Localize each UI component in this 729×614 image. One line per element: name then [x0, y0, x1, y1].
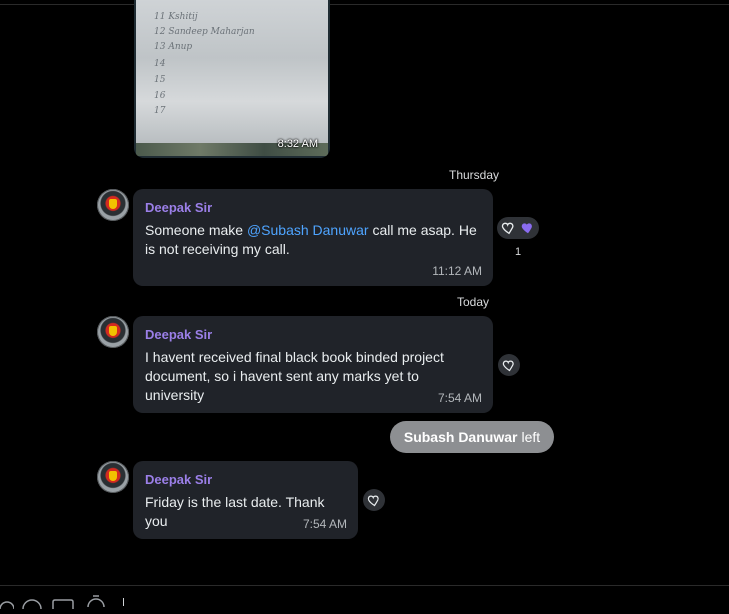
photo-message[interactable]: 11 Kshitij 12 Sandeep Maharjan 13 Anup 1… — [134, 0, 330, 158]
message-bubble[interactable]: Deepak Sir I havent received final black… — [133, 316, 493, 413]
heart-outline-icon — [367, 493, 382, 508]
heart-outline-icon — [502, 358, 517, 373]
message-bubble[interactable]: Deepak Sir Friday is the last date. Than… — [133, 461, 358, 539]
top-divider — [0, 4, 729, 5]
message-text: I havent received final black book binde… — [145, 349, 444, 403]
emoji-icon[interactable] — [22, 596, 42, 614]
mention-link[interactable]: @Subash Danuwar — [247, 222, 369, 238]
message-time: 8:32 AM — [277, 138, 318, 150]
system-notice: Subash Danuwar left — [390, 421, 554, 453]
handwriting-line: 15 — [154, 75, 166, 85]
system-notice-name[interactable]: Subash Danuwar — [404, 429, 518, 445]
avatar[interactable] — [97, 189, 129, 221]
message-text-part: Someone make — [145, 222, 247, 238]
avatar[interactable] — [97, 316, 129, 348]
sender-name[interactable]: Deepak Sir — [145, 472, 346, 487]
handwriting-line: 11 Kshitij — [154, 12, 198, 22]
handwriting-line: 13 Anup — [154, 42, 193, 52]
heart-filled-icon[interactable] — [521, 221, 535, 240]
react-button[interactable] — [363, 489, 385, 511]
emoji-icon[interactable] — [0, 596, 15, 614]
system-notice-action: left — [521, 429, 541, 445]
reaction-count: 1 — [515, 246, 522, 258]
message-bubble[interactable]: Deepak Sir Someone make @Subash Danuwar … — [133, 189, 493, 286]
composer-divider — [0, 585, 729, 586]
reaction-pill[interactable] — [497, 217, 539, 239]
sender-name[interactable]: Deepak Sir — [145, 200, 481, 215]
message-time: 11:12 AM — [432, 264, 482, 278]
day-separator: Today — [457, 295, 490, 309]
react-button[interactable] — [498, 354, 520, 376]
handwriting-line: 14 — [154, 59, 166, 69]
day-separator: Thursday — [449, 168, 500, 182]
message-text: Someone make @Subash Danuwar call me asa… — [145, 221, 481, 259]
sender-name[interactable]: Deepak Sir — [145, 327, 481, 342]
handwriting-line: 17 — [154, 106, 166, 116]
heart-outline-icon[interactable] — [501, 220, 517, 241]
timer-icon[interactable] — [86, 594, 106, 612]
message-time: 7:54 AM — [437, 391, 482, 405]
handwriting-line: 16 — [154, 91, 166, 101]
handwriting-line: 12 Sandeep Maharjan — [154, 27, 255, 37]
avatar[interactable] — [97, 461, 129, 493]
photo-attachment[interactable]: 11 Kshitij 12 Sandeep Maharjan 13 Anup 1… — [136, 0, 328, 145]
message-time: 7:54 AM — [302, 517, 347, 531]
sticker-icon[interactable] — [52, 596, 74, 614]
text-cursor — [123, 598, 124, 606]
